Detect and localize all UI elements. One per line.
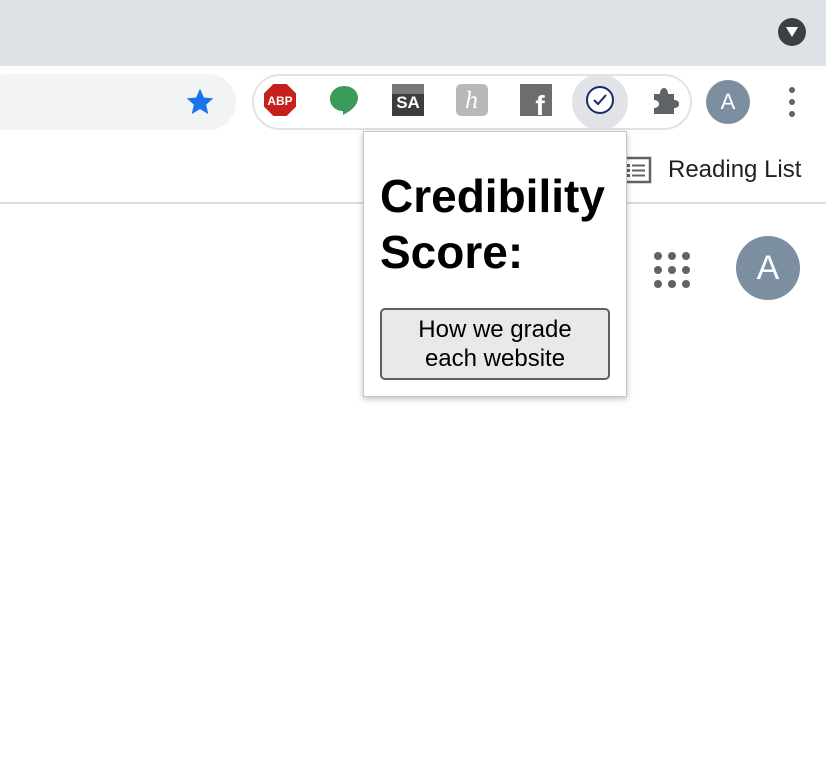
honey-label: h: [465, 89, 479, 114]
browser-toolbar: ABP SA h f A: [0, 66, 826, 138]
account-initial: A: [756, 248, 780, 287]
apps-grid-icon[interactable]: [654, 252, 690, 288]
popup-title: Credibility Score:: [380, 170, 605, 278]
profile-avatar[interactable]: A: [706, 80, 750, 124]
extension-popup: Credibility Score: How we grade each web…: [363, 131, 627, 397]
facebook-label: f: [535, 90, 545, 116]
more-vert-icon[interactable]: [778, 84, 806, 120]
tab-strip: [0, 0, 826, 66]
kebab-dot: [789, 111, 795, 117]
tab-search-button[interactable]: [778, 18, 806, 46]
extensions-puzzle-icon[interactable]: [648, 84, 680, 116]
adblock-plus-icon[interactable]: ABP: [264, 84, 296, 116]
reading-list-label: Reading List: [668, 156, 802, 183]
kebab-dot: [789, 87, 795, 93]
chevron-down-icon: [786, 27, 798, 37]
facebook-icon[interactable]: f: [520, 84, 552, 116]
honey-icon[interactable]: h: [456, 84, 488, 116]
profile-initial: A: [720, 89, 736, 114]
account-avatar[interactable]: A: [736, 236, 800, 300]
kebab-dot: [789, 99, 795, 105]
credibility-check-icon[interactable]: [584, 84, 616, 116]
star-icon[interactable]: [184, 86, 216, 118]
sa-label: SA: [396, 93, 420, 112]
hangouts-icon[interactable]: [328, 84, 360, 116]
abp-label: ABP: [267, 94, 292, 108]
reading-list-button[interactable]: Reading List: [620, 150, 801, 190]
seeking-alpha-icon[interactable]: SA: [392, 84, 424, 116]
grading-info-button[interactable]: How we grade each website: [380, 308, 610, 380]
